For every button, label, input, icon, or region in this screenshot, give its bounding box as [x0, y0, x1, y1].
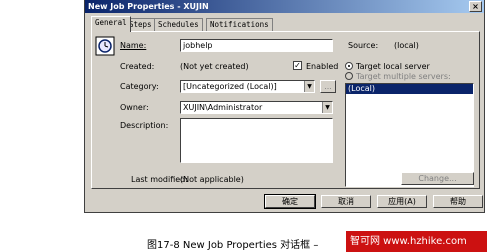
- last-modified-value: (Not applicable): [180, 175, 244, 184]
- chevron-down-icon: ▼: [304, 81, 314, 92]
- target-multiple-label: Target multiple servers:: [356, 72, 451, 81]
- target-local-label: Target local server: [356, 62, 430, 71]
- list-item[interactable]: (Local): [346, 84, 473, 94]
- cancel-button[interactable]: 取消: [321, 195, 371, 208]
- tab-schedules[interactable]: Schedules: [154, 18, 203, 31]
- target-local-radio[interactable]: [345, 62, 353, 70]
- category-value: [Uncategorized (Local)]: [183, 82, 277, 91]
- owner-dropdown[interactable]: XUJIN\Administrator ▼: [180, 101, 333, 114]
- description-label: Description:: [120, 121, 169, 130]
- job-icon: [95, 36, 115, 56]
- category-dropdown[interactable]: [Uncategorized (Local)] ▼: [180, 80, 315, 93]
- name-label: Name:: [120, 41, 147, 50]
- description-textarea[interactable]: [180, 118, 333, 163]
- owner-label: Owner:: [120, 103, 149, 112]
- source-label: Source:: [348, 41, 379, 50]
- name-field[interactable]: jobhelp: [180, 39, 333, 52]
- owner-value: XUJIN\Administrator: [183, 103, 263, 112]
- general-panel: Name: jobhelp Source: (local) Created: (…: [91, 31, 480, 189]
- created-value: (Not yet created): [180, 62, 249, 71]
- help-button[interactable]: 帮助: [433, 195, 483, 208]
- chevron-down-icon: ▼: [322, 102, 332, 113]
- enabled-checkbox[interactable]: ✓: [293, 61, 302, 70]
- close-icon: ×: [472, 2, 479, 11]
- ok-button[interactable]: 确定: [264, 194, 316, 209]
- site-watermark: 智可网 www.hzhike.com: [346, 231, 487, 252]
- apply-button[interactable]: 应用(A): [377, 195, 427, 208]
- close-button[interactable]: ×: [469, 1, 482, 12]
- job-properties-dialog: New Job Properties - XUJIN × General Ste…: [84, 0, 485, 213]
- change-button[interactable]: Change...: [401, 172, 474, 185]
- source-value: (local): [394, 41, 419, 50]
- category-label: Category:: [120, 82, 159, 91]
- target-multiple-radio[interactable]: [345, 72, 353, 80]
- tab-notifications[interactable]: Notifications: [206, 18, 273, 31]
- browse-category-button[interactable]: ...: [320, 80, 336, 93]
- window-title: New Job Properties - XUJIN: [88, 2, 209, 11]
- enabled-label: Enabled: [306, 62, 339, 71]
- tab-general[interactable]: General: [91, 16, 131, 32]
- title-bar[interactable]: New Job Properties - XUJIN ×: [85, 0, 484, 13]
- figure-caption: 图17-8 New Job Properties 对话框 –: [147, 240, 319, 251]
- created-label: Created:: [120, 62, 155, 71]
